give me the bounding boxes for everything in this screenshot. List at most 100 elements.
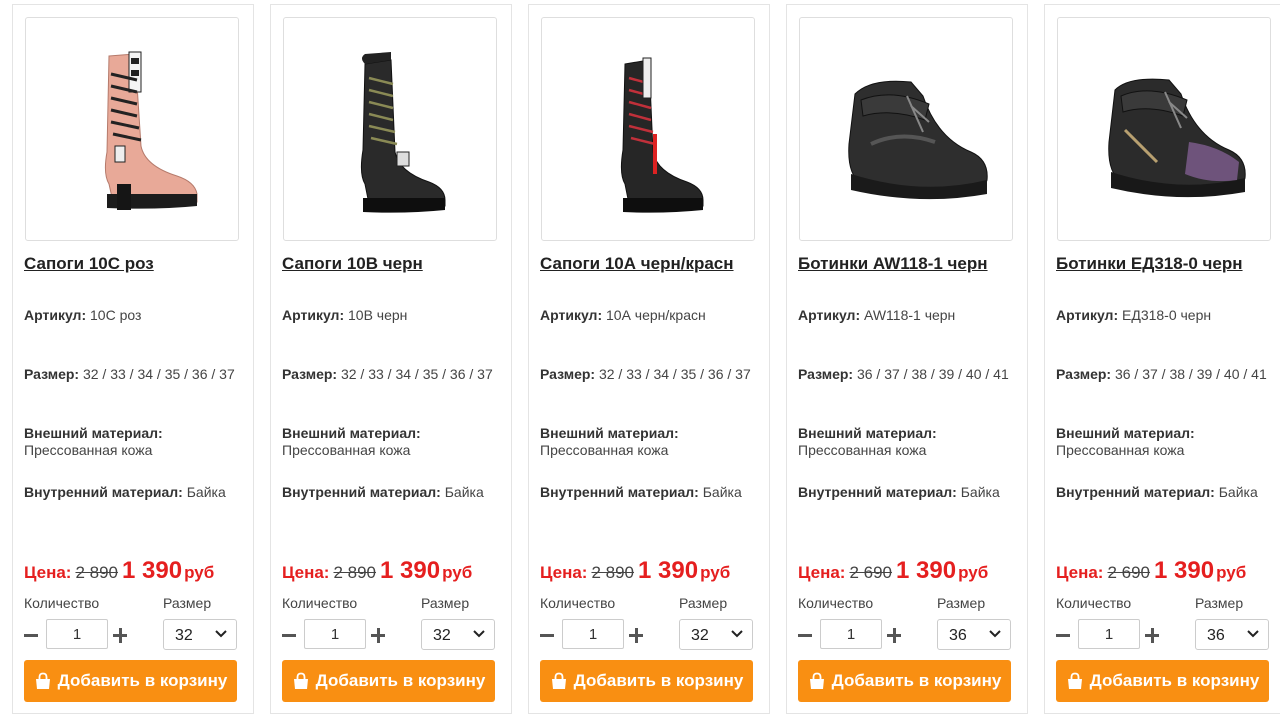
article-label: Артикул: (282, 307, 345, 323)
product-card: Ботинки AW118-1 черн Артикул: AW118-1 че… (786, 4, 1028, 714)
quantity-input[interactable] (562, 619, 624, 649)
product-image-sport-boot[interactable] (799, 17, 1013, 241)
product-image-pink-boot[interactable] (25, 17, 239, 241)
price-block: Цена: 2 890 1 390 руб (540, 557, 730, 585)
outer-material-row: Внешний материал: Прессованная кожа (24, 425, 238, 459)
increase-quantity-button[interactable] (112, 622, 128, 648)
quantity-label: Количество (24, 595, 100, 611)
sizes-label: Размер: (798, 366, 854, 382)
black-red-boot-icon (620, 57, 704, 213)
add-to-cart-button[interactable]: Добавить в корзину (540, 660, 753, 702)
chevron-down-icon (473, 630, 485, 638)
decrease-quantity-button[interactable] (539, 622, 555, 648)
product-card: Сапоги 10С роз Артикул: 10С роз Размер: … (12, 4, 254, 714)
shopping-bag-icon (551, 672, 566, 689)
quantity-input[interactable] (820, 619, 882, 649)
sizes-row: Размер: 32 / 33 / 34 / 35 / 36 / 37 (24, 366, 238, 383)
article-row: Артикул: 10В черн (282, 307, 496, 324)
new-price: 1 390 (1154, 557, 1215, 584)
product-card: Ботинки ЕД318-0 черн Артикул: ЕД318-0 че… (1044, 4, 1280, 714)
product-title-link[interactable]: Сапоги 10С роз (24, 254, 154, 274)
increase-quantity-button[interactable] (886, 622, 902, 648)
size-select[interactable]: 36 (1195, 619, 1269, 650)
inner-material-label: Внутренний материал: (282, 484, 441, 500)
article-label: Артикул: (798, 307, 861, 323)
article-row: Артикул: AW118-1 черн (798, 307, 1012, 324)
size-select[interactable]: 32 (421, 619, 495, 650)
old-price: 2 690 (849, 563, 893, 582)
outer-material-row: Внешний материал: Прессованная кожа (282, 425, 496, 459)
article-row: Артикул: 10А черн/красн (540, 307, 754, 324)
product-image-black-boot[interactable] (283, 17, 497, 241)
currency: руб (958, 563, 989, 582)
add-to-cart-button[interactable]: Добавить в корзину (1056, 660, 1269, 702)
article-label: Артикул: (540, 307, 603, 323)
decrease-quantity-button[interactable] (281, 622, 297, 648)
outer-material-label: Внешний материал: (1056, 425, 1195, 441)
new-price: 1 390 (638, 557, 699, 584)
add-to-cart-button[interactable]: Добавить в корзину (798, 660, 1011, 702)
article-row: Артикул: 10С роз (24, 307, 238, 324)
size-select-label: Размер (679, 595, 728, 611)
decrease-quantity-button[interactable] (1055, 622, 1071, 648)
chevron-down-icon (989, 630, 1001, 638)
sizes-value: 36 / 37 / 38 / 39 / 40 / 41 (1114, 366, 1267, 382)
inner-material-row: Внутренний материал: Байка (540, 484, 754, 501)
product-card: Сапоги 10А черн/красн Артикул: 10А черн/… (528, 4, 770, 714)
size-select[interactable]: 36 (937, 619, 1011, 650)
quantity-input[interactable] (1078, 619, 1140, 649)
product-image-iridescent-boot[interactable] (1057, 17, 1271, 241)
product-card: Сапоги 10В черн Артикул: 10В черн Размер… (270, 4, 512, 714)
quantity-input[interactable] (304, 619, 366, 649)
inner-material-value: Байка (960, 484, 1000, 500)
increase-quantity-button[interactable] (370, 622, 386, 648)
product-title-link[interactable]: Ботинки ЕД318-0 черн (1056, 254, 1243, 274)
inner-material-value: Байка (444, 484, 484, 500)
size-select-label: Размер (937, 595, 986, 611)
increase-quantity-button[interactable] (628, 622, 644, 648)
quantity-input[interactable] (46, 619, 108, 649)
sizes-label: Размер: (540, 366, 596, 382)
outer-material-label: Внешний материал: (282, 425, 421, 441)
add-to-cart-button[interactable]: Добавить в корзину (282, 660, 495, 702)
sizes-label: Размер: (24, 366, 80, 382)
quantity-label: Количество (540, 595, 616, 611)
size-select[interactable]: 32 (163, 619, 237, 650)
inner-material-value: Байка (186, 484, 226, 500)
decrease-quantity-button[interactable] (23, 622, 39, 648)
article-value: 10В черн (348, 307, 408, 323)
product-title-link[interactable]: Ботинки AW118-1 черн (798, 254, 988, 274)
currency: руб (442, 563, 473, 582)
size-select[interactable]: 32 (679, 619, 753, 650)
article-value: ЕД318-0 черн (1122, 307, 1212, 323)
sizes-row: Размер: 36 / 37 / 38 / 39 / 40 / 41 (1056, 366, 1270, 383)
old-price: 2 690 (1107, 563, 1151, 582)
inner-material-row: Внутренний материал: Байка (282, 484, 496, 501)
price-label: Цена: (282, 563, 330, 582)
selected-size: 32 (175, 627, 193, 644)
sizes-row: Размер: 36 / 37 / 38 / 39 / 40 / 41 (798, 366, 1012, 383)
selected-size: 32 (691, 627, 709, 644)
quantity-label: Количество (1056, 595, 1132, 611)
product-title-link[interactable]: Сапоги 10А черн/красн (540, 254, 734, 274)
inner-material-label: Внутренний материал: (1056, 484, 1215, 500)
price-block: Цена: 2 890 1 390 руб (282, 557, 472, 585)
product-title-link[interactable]: Сапоги 10В черн (282, 254, 423, 274)
size-select-label: Размер (421, 595, 470, 611)
price-label: Цена: (24, 563, 72, 582)
price-block: Цена: 2 690 1 390 руб (1056, 557, 1246, 585)
sizes-value: 32 / 33 / 34 / 35 / 36 / 37 (82, 366, 235, 382)
sizes-row: Размер: 32 / 33 / 34 / 35 / 36 / 37 (540, 366, 754, 383)
chevron-down-icon (1247, 630, 1259, 638)
old-price: 2 890 (591, 563, 635, 582)
add-to-cart-button[interactable]: Добавить в корзину (24, 660, 237, 702)
quantity-label: Количество (282, 595, 358, 611)
add-to-cart-label: Добавить в корзину (315, 671, 486, 690)
add-to-cart-label: Добавить в корзину (57, 671, 228, 690)
inner-material-row: Внутренний материал: Байка (1056, 484, 1270, 501)
product-image-black-red-boot[interactable] (541, 17, 755, 241)
increase-quantity-button[interactable] (1144, 622, 1160, 648)
price-block: Цена: 2 890 1 390 руб (24, 557, 214, 585)
decrease-quantity-button[interactable] (797, 622, 813, 648)
article-row: Артикул: ЕД318-0 черн (1056, 307, 1270, 324)
